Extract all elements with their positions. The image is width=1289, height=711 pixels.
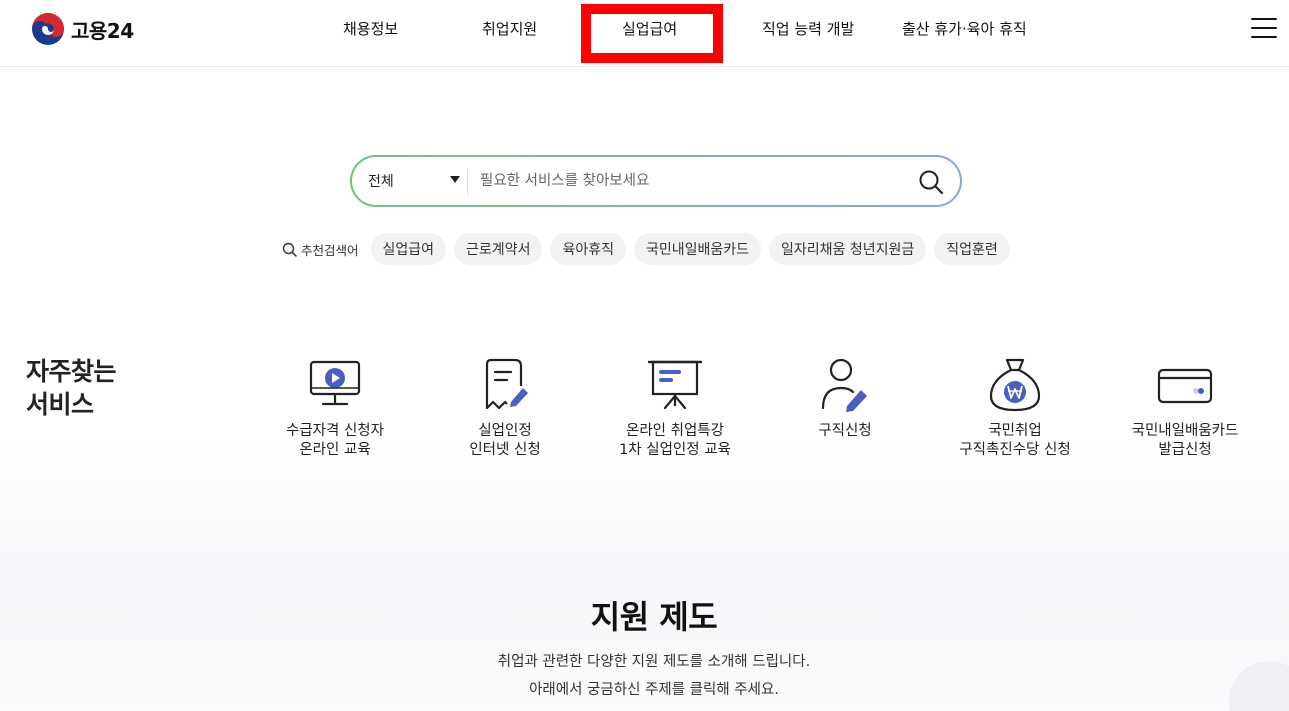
service-label: 실업인정: [478, 423, 532, 439]
nav-item-employment-support[interactable]: 취업지원: [482, 18, 537, 39]
support-description: 아래에서 궁금하신 주제를 클릭해 주세요.: [529, 682, 779, 698]
money-bag-icon: [989, 358, 1041, 412]
presentation-board-icon: [647, 360, 703, 410]
keyword-chip[interactable]: 실업급여: [370, 233, 447, 265]
service-label: 구직신청: [818, 423, 872, 439]
search-icon: [282, 242, 297, 257]
favorites-title: 자주찾는 서비스: [26, 355, 117, 421]
favorites-title-line1: 자주찾는: [26, 357, 117, 386]
search-bar: 전체: [350, 155, 962, 207]
site-header: 고용24 채용정보 취업지원 실업급여 직업 능력 개발 출산 휴가·육아 휴직: [0, 0, 1289, 67]
service-label: 온라인 취업특강: [626, 423, 724, 439]
search-icon[interactable]: [918, 169, 944, 195]
monitor-play-icon: [309, 360, 361, 406]
nav-item-vocational-training[interactable]: 직업 능력 개발: [762, 18, 854, 39]
service-learning-card[interactable]: 국민내일배움카드 발급신청: [1100, 356, 1270, 460]
service-online-education[interactable]: 수급자격 신청자 온라인 교육: [250, 356, 420, 460]
hamburger-menu-icon[interactable]: [1251, 18, 1277, 40]
keyword-chip[interactable]: 국민내일배움카드: [633, 233, 762, 265]
support-description: 취업과 관련한 다양한 지원 제도를 소개해 드립니다.: [497, 654, 811, 670]
service-label: 국민취업: [988, 423, 1042, 439]
service-employment-allowance[interactable]: 국민취업 구직촉진수당 신청: [930, 356, 1100, 460]
service-sublabel: 인터넷 신청: [469, 442, 541, 458]
service-sublabel: 온라인 교육: [299, 442, 371, 458]
service-label: 수급자격 신청자: [286, 423, 384, 439]
person-pen-icon: [821, 358, 867, 412]
service-sublabel: 발급신청: [1158, 442, 1212, 458]
highlight-box: [581, 4, 723, 63]
nav-item-job-info[interactable]: 채용정보: [343, 18, 398, 39]
search-input[interactable]: [480, 167, 900, 195]
keyword-chip[interactable]: 근로계약서: [454, 233, 543, 265]
service-online-lecture[interactable]: 온라인 취업특강 1차 실업인정 교육: [590, 356, 760, 460]
card-icon: [1157, 368, 1213, 404]
support-title: 지원 제도: [590, 598, 718, 636]
service-label: 국민내일배움카드: [1131, 423, 1239, 439]
service-unemployment-recognition[interactable]: 실업인정 인터넷 신청: [420, 356, 590, 460]
search-category-select[interactable]: 전체: [368, 171, 394, 191]
divider: [467, 169, 468, 195]
keyword-chip[interactable]: 육아휴직: [550, 233, 626, 265]
recommended-keywords: 추천검색어 실업급여 근로계약서 육아휴직 국민내일배움카드 일자리채움 청년지…: [282, 233, 1018, 265]
recommended-label-text: 추천검색어: [301, 242, 359, 258]
recommended-label: 추천검색어: [282, 240, 359, 259]
service-sublabel: 구직촉진수당 신청: [959, 442, 1071, 458]
keyword-chip[interactable]: 직업훈련: [934, 233, 1010, 265]
document-pen-icon: [485, 358, 528, 410]
keyword-chip[interactable]: 일자리채움 청년지원금: [769, 233, 927, 265]
service-sublabel: 1차 실업인정 교육: [619, 442, 731, 458]
favorites-title-line2: 서비스: [26, 390, 94, 419]
nav-item-parental-leave[interactable]: 출산 휴가·육아 휴직: [902, 18, 1027, 39]
caret-down-icon[interactable]: [450, 176, 460, 183]
service-job-application[interactable]: 구직신청: [760, 356, 930, 441]
